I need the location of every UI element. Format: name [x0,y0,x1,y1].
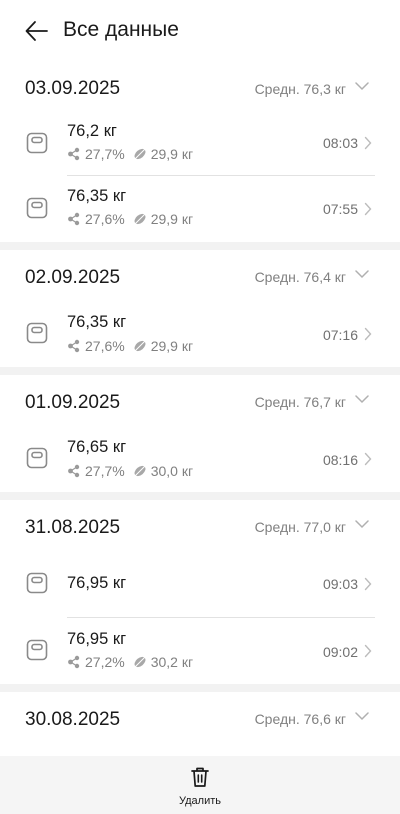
measurement-row[interactable]: 76,95 кг 27,2% 30,2 кг 09:02 [0,618,400,684]
day-average: Средн. 76,4 кг [254,269,346,285]
weight-value: 76,95 кг [67,630,127,648]
group-separator [0,367,400,375]
muscle-value: 30,2 кг [150,654,194,670]
day-group-header[interactable]: 31.08.2025 Средн. 77,0 кг [0,500,400,552]
day-date: 30.08.2025 [25,709,121,730]
scale-icon [26,132,48,154]
body-fat-value: 27,7% [85,463,125,479]
scale-icon [26,447,48,469]
day-date: 03.09.2025 [25,78,121,99]
body-metrics: 27,6% 29,9 кг [67,210,201,228]
body-metrics: 27,7% 29,9 кг [67,145,201,163]
delete-button[interactable]: Удалить [170,764,230,810]
muscle-value: 29,9 кг [150,146,194,162]
body-metrics: 27,2% 30,2 кг [67,653,201,671]
day-average: Средн. 77,0 кг [254,519,346,535]
measurement-row[interactable]: 76,65 кг 27,7% 30,0 кг 08:16 [0,425,400,491]
back-button[interactable] [22,16,52,46]
trash-icon [191,767,209,787]
body-fat-value: 27,7% [85,146,125,162]
day-average: Средн. 76,7 кг [254,394,346,410]
measurement-time: 07:55 [322,201,358,217]
muscle-icon [134,148,146,160]
bottom-action-bar: Удалить [0,756,400,814]
scale-icon [26,197,48,219]
body-fat-value: 27,6% [85,211,125,227]
body-fat-icon [68,212,80,226]
body-fat-value: 27,2% [85,654,125,670]
chevron-right-icon [364,136,372,150]
muscle-value: 29,9 кг [150,338,194,354]
measurement-row[interactable]: 76,95 кг 09:03 [0,550,400,616]
weight-value: 76,35 кг [67,313,127,331]
chevron-right-icon [364,577,372,591]
chevron-down-icon [355,395,369,404]
muscle-icon [134,340,146,352]
body-metrics: 27,6% 29,9 кг [67,337,201,355]
chevron-right-icon [364,644,372,658]
measurement-time: 09:02 [322,644,358,660]
day-group-header[interactable]: 03.09.2025 Средн. 76,3 кг [0,58,400,110]
top-bar: Все данные [0,0,400,62]
body-fat-icon [68,464,80,478]
arrow-left-icon [25,21,48,41]
body-fat-icon [68,339,80,353]
chevron-down-icon [355,270,369,279]
day-date: 31.08.2025 [25,517,121,538]
weight-value: 76,65 кг [67,438,127,456]
muscle-icon [134,656,146,668]
body-fat-icon [68,147,80,161]
day-group-header[interactable]: 30.08.2025 Средн. 76,6 кг [0,692,400,744]
chevron-right-icon [364,452,372,466]
muscle-value: 29,9 кг [150,211,194,227]
group-separator [0,242,400,250]
day-group: 01.09.2025 Средн. 76,7 кг 76,65 кг 27,7%… [0,375,400,491]
chevron-down-icon [355,712,369,721]
weight-value: 76,35 кг [67,187,127,205]
measurement-row[interactable]: 76,35 кг 27,6% 29,9 кг 07:16 [0,300,400,366]
page-title: Все данные [63,18,179,41]
measurement-time: 07:16 [322,327,358,343]
chevron-right-icon [364,327,372,341]
scale-icon [26,322,48,344]
body-metrics: 27,7% 30,0 кг [67,462,201,480]
day-date: 02.09.2025 [25,267,121,288]
day-group-header[interactable]: 02.09.2025 Средн. 76,4 кг [0,250,400,302]
muscle-icon [134,465,146,477]
group-separator [0,684,400,692]
body-fat-icon [68,655,80,669]
measurement-time: 09:03 [322,576,358,592]
measurement-time: 08:16 [322,452,358,468]
day-average: Средн. 76,3 кг [254,81,346,97]
scale-icon [26,572,48,594]
weight-value: 76,2 кг [67,122,117,140]
muscle-icon [134,213,146,225]
chevron-down-icon [355,520,369,529]
day-group: 30.08.2025 Средн. 76,6 кг [0,692,400,756]
measurement-row[interactable]: 76,35 кг 27,6% 29,9 кг 07:55 [0,176,400,242]
chevron-right-icon [364,202,372,216]
delete-label: Удалить [179,795,221,807]
day-average: Средн. 76,6 кг [254,711,346,727]
measurement-time: 08:03 [322,135,358,151]
day-group: 02.09.2025 Средн. 76,4 кг 76,35 кг 27,6%… [0,250,400,366]
day-group-header[interactable]: 01.09.2025 Средн. 76,7 кг [0,375,400,427]
measurement-row[interactable]: 76,2 кг 27,7% 29,9 кг 08:03 [0,110,400,176]
weight-value: 76,95 кг [67,574,127,592]
day-group: 03.09.2025 Средн. 76,3 кг 76,2 кг 27,7% … [0,58,400,240]
muscle-value: 30,0 кг [150,463,194,479]
group-separator [0,492,400,500]
day-group: 31.08.2025 Средн. 77,0 кг 76,95 кг 09:03… [0,500,400,684]
day-date: 01.09.2025 [25,392,121,413]
chevron-down-icon [355,82,369,91]
scale-icon [26,639,48,661]
body-fat-value: 27,6% [85,338,125,354]
